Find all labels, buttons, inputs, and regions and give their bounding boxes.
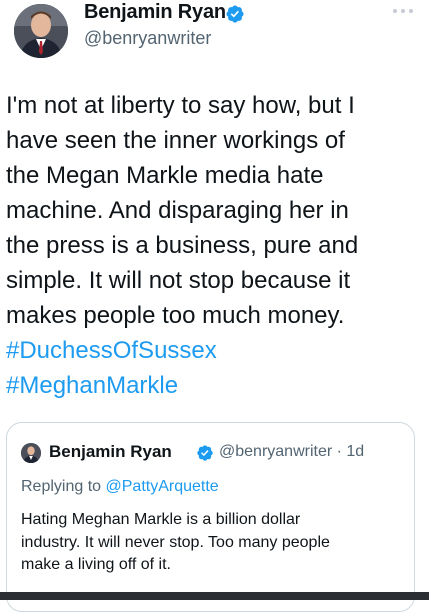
meta-separator: · — [336, 443, 342, 460]
tweet-line: the Megan Markle media hate — [6, 162, 324, 189]
quoted-meta: @benryanwriter · 1d — [219, 443, 364, 461]
reply-mention-link[interactable]: @PattyArquette — [106, 478, 219, 495]
quoted-tweet[interactable]: Benjamin Ryan @benryanwriter · 1d Replyi… — [6, 422, 415, 612]
tweet-line: makes people too much money. — [6, 302, 345, 329]
quoted-timestamp[interactable]: 1d — [346, 443, 364, 460]
verified-badge-icon — [226, 5, 244, 23]
hashtag-link-meghanmarkle[interactable]: #MeghanMarkle — [6, 368, 424, 403]
quoted-line: industry. It will never stop. Too many p… — [21, 533, 330, 551]
quoted-author-name[interactable]: Benjamin Ryan — [49, 442, 172, 462]
tweet-line: machine. And disparaging her in — [6, 197, 349, 224]
more-options-icon[interactable] — [393, 6, 413, 16]
quoted-tweet-text: Hating Meghan Markle is a billion dollar… — [21, 509, 406, 577]
quoted-author-avatar[interactable] — [21, 443, 41, 463]
verified-badge-icon — [197, 445, 213, 461]
tweet-text: I'm not at liberty to say how, but I hav… — [6, 88, 424, 403]
author-avatar[interactable] — [14, 4, 68, 58]
quoted-author-handle[interactable]: @benryanwriter — [219, 443, 332, 460]
tweet-line: the press is a business, pure and — [6, 232, 359, 259]
tweet-card[interactable]: Benjamin Ryan @benryanwriter I'm not at … — [0, 0, 429, 612]
tweet-line: simple. It will not stop because it — [6, 267, 351, 294]
tweet-line: I'm not at liberty to say how, but I — [6, 92, 355, 119]
quoted-line: make a living off of it. — [21, 556, 171, 573]
reply-prefix: Replying to — [21, 478, 102, 495]
hashtag-link-duchessofsussex[interactable]: #DuchessOfSussex — [6, 333, 424, 368]
reply-context: Replying to @PattyArquette — [21, 478, 219, 496]
tweet-line: have seen the inner workings of — [6, 127, 345, 154]
bottom-edge-bar — [0, 592, 429, 600]
quoted-line: Hating Meghan Markle is a billion dollar — [21, 511, 301, 528]
author-name[interactable]: Benjamin Ryan — [84, 1, 226, 24]
author-handle[interactable]: @benryanwriter — [84, 28, 211, 49]
